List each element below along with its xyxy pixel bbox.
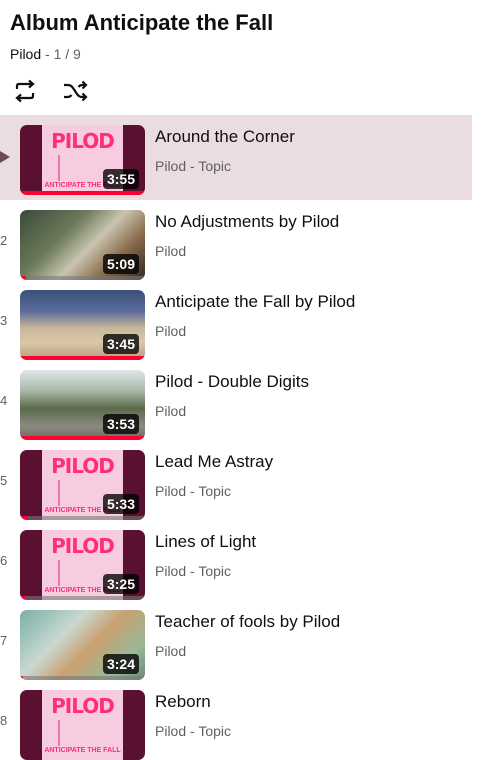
item-thumbnail[interactable]: PILOD ANTICIPATE THE FALL 5:33 <box>20 450 145 520</box>
album-art-word: PILOD <box>51 129 115 153</box>
item-index: 5 <box>0 473 8 488</box>
duration-badge: 5:33 <box>102 494 139 514</box>
item-details: Lines of Light Pilod - Topic <box>155 532 465 579</box>
item-thumbnail[interactable]: 3:24 <box>20 610 145 680</box>
item-details: Reborn Pilod - Topic <box>155 692 465 739</box>
item-details: Anticipate the Fall by Pilod Pilod <box>155 292 465 339</box>
shuffle-button[interactable] <box>60 76 90 106</box>
item-channel[interactable]: Pilod <box>155 243 465 259</box>
album-art-word: PILOD <box>51 534 115 558</box>
item-channel[interactable]: Pilod - Topic <box>155 563 465 579</box>
duration-badge: 5:09 <box>102 254 139 274</box>
item-channel[interactable]: Pilod - Topic <box>155 158 465 174</box>
loop-icon <box>15 79 35 103</box>
duration-badge: 3:55 <box>102 169 139 189</box>
duration-badge: 3:45 <box>102 334 139 354</box>
shuffle-icon <box>64 80 88 102</box>
item-index: 6 <box>0 553 8 568</box>
item-channel[interactable]: Pilod - Topic <box>155 483 465 499</box>
playlist-item[interactable]: 4 3:53 Pilod - Double Digits Pilod <box>0 360 472 440</box>
playlist-item[interactable]: 5 PILOD ANTICIPATE THE FALL 5:33 Lead Me Ast… <box>0 440 472 520</box>
item-details: Teacher of fools by Pilod Pilod <box>155 612 465 659</box>
playlist-item[interactable]: 3 3:45 Anticipate the Fall by Pilod Pilod <box>0 280 472 360</box>
item-title[interactable]: Lead Me Astray <box>155 452 465 472</box>
playlist-owner-link[interactable]: Pilod <box>10 46 41 62</box>
item-thumbnail[interactable]: PILOD ANTICIPATE THE FALL 3:25 <box>20 530 145 600</box>
playlist-item[interactable]: PILOD ANTICIPATE THE FALL 3:55 Around the C… <box>0 115 472 200</box>
item-thumbnail[interactable]: PILOD ANTICIPATE THE FALL 3:55 <box>20 125 145 195</box>
album-art-image: PILOD ANTICIPATE THE FALL <box>20 690 145 760</box>
playlist-position: - 1 / 9 <box>45 46 81 62</box>
item-index: 3 <box>0 313 8 328</box>
item-channel[interactable]: Pilod <box>155 323 465 339</box>
album-art-word: PILOD <box>51 694 115 718</box>
playlist-subtitle: Pilod - 1 / 9 <box>10 46 81 62</box>
playlist-title: Album Anticipate the Fall <box>10 10 274 35</box>
item-channel[interactable]: Pilod <box>155 643 465 659</box>
item-title[interactable]: Pilod - Double Digits <box>155 372 465 392</box>
item-channel[interactable]: Pilod - Topic <box>155 723 465 739</box>
item-thumbnail[interactable]: 3:45 <box>20 290 145 360</box>
playlist-item[interactable]: 2 5:09 No Adjustments by Pilod Pilod <box>0 200 472 280</box>
playlist-item[interactable]: 8 PILOD ANTICIPATE THE FALL Reborn Pilod - T… <box>0 680 472 760</box>
item-details: Pilod - Double Digits Pilod <box>155 372 465 419</box>
item-index: 4 <box>0 393 8 408</box>
album-art-word: PILOD <box>51 454 115 478</box>
item-index: 7 <box>0 633 8 648</box>
album-art-subtitle: ANTICIPATE THE FALL <box>44 747 121 754</box>
item-details: No Adjustments by Pilod Pilod <box>155 212 465 259</box>
item-details: Around the Corner Pilod - Topic <box>155 127 465 174</box>
item-title[interactable]: Teacher of fools by Pilod <box>155 612 465 632</box>
item-channel[interactable]: Pilod <box>155 403 465 419</box>
item-index: 2 <box>0 233 8 248</box>
loop-button[interactable] <box>10 76 40 106</box>
duration-badge: 3:25 <box>102 574 139 594</box>
duration-badge: 3:53 <box>102 414 139 434</box>
now-playing-icon <box>0 151 10 163</box>
duration-badge: 3:24 <box>102 654 139 674</box>
item-thumbnail[interactable]: PILOD ANTICIPATE THE FALL <box>20 690 145 760</box>
item-title[interactable]: No Adjustments by Pilod <box>155 212 465 232</box>
playlist-item[interactable]: 6 PILOD ANTICIPATE THE FALL 3:25 Lines of Li… <box>0 520 472 600</box>
item-thumbnail[interactable]: 5:09 <box>20 210 145 280</box>
playlist-item[interactable]: 7 3:24 Teacher of fools by Pilod Pilod <box>0 600 472 680</box>
item-thumbnail[interactable]: 3:53 <box>20 370 145 440</box>
item-title[interactable]: Anticipate the Fall by Pilod <box>155 292 465 312</box>
item-title[interactable]: Around the Corner <box>155 127 465 147</box>
item-details: Lead Me Astray Pilod - Topic <box>155 452 465 499</box>
watch-progress-bar <box>20 191 145 195</box>
item-title[interactable]: Reborn <box>155 692 465 712</box>
item-title[interactable]: Lines of Light <box>155 532 465 552</box>
